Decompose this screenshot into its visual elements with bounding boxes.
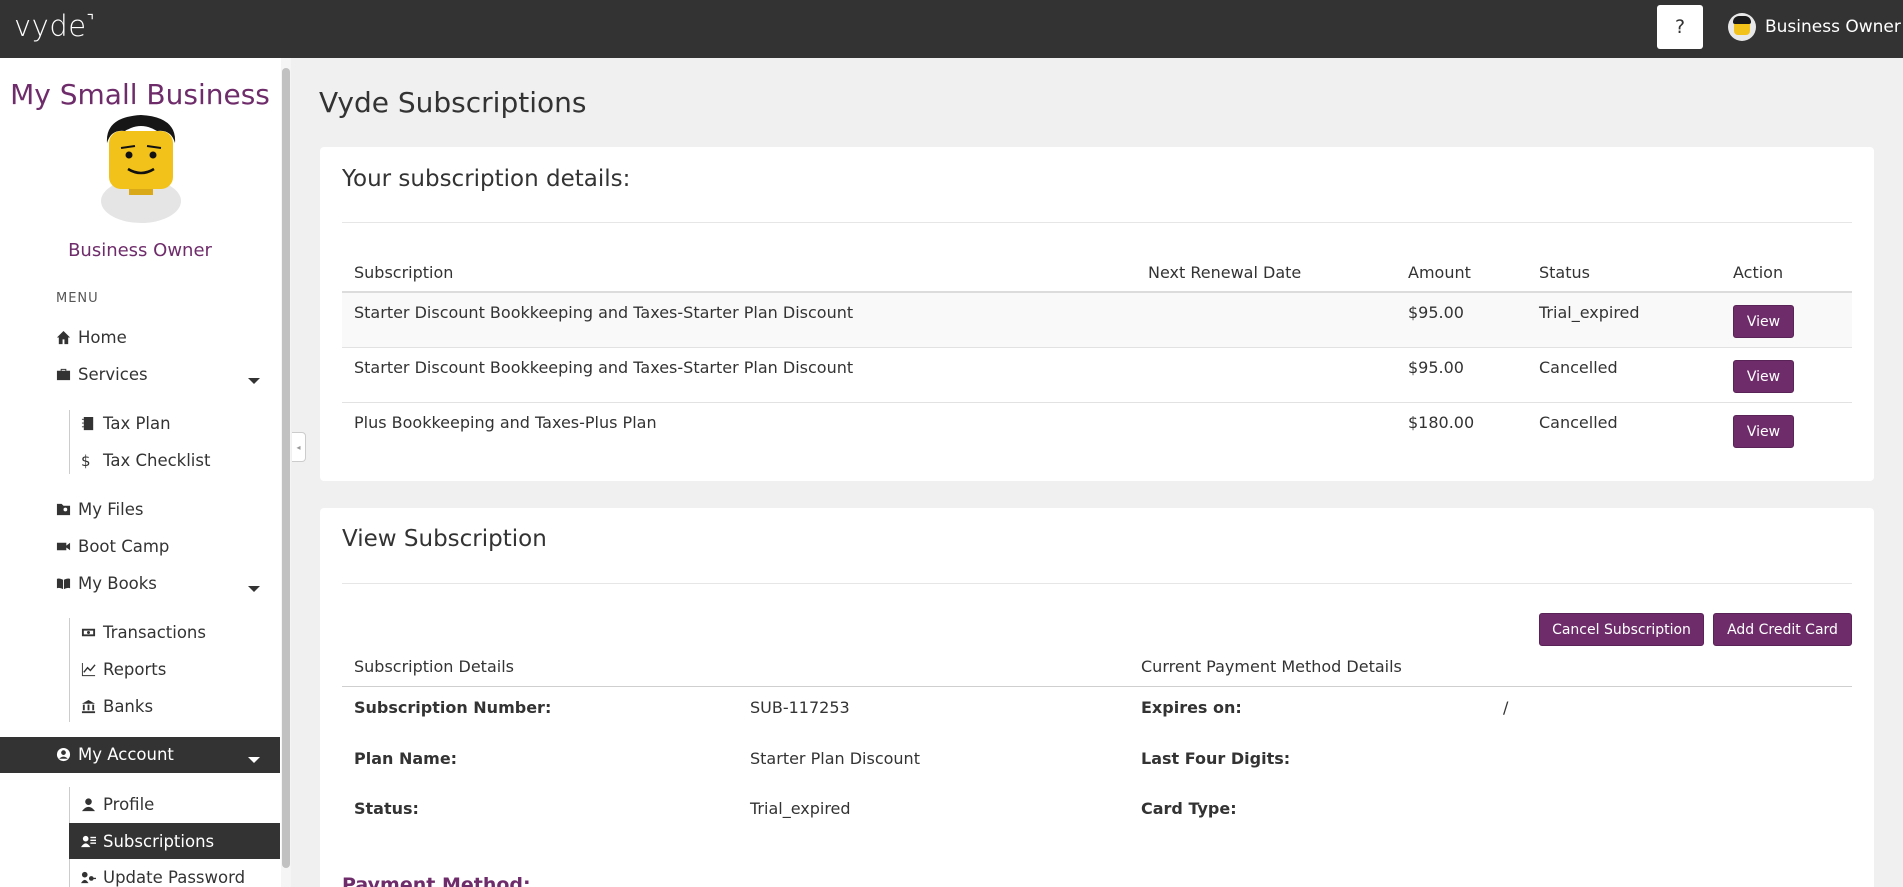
row-subscription: Starter Discount Bookkeeping and Taxes-S… — [354, 303, 854, 322]
view-subscription-title: View Subscription — [342, 526, 547, 552]
sidebar-item-my-files[interactable]: My Files — [56, 500, 143, 519]
plan-name-value: Starter Plan Discount — [750, 749, 920, 768]
column-header-next-renewal: Next Renewal Date — [1148, 263, 1302, 282]
view-button[interactable]: View — [1733, 415, 1794, 448]
subscription-number-value: SUB-117253 — [750, 698, 850, 717]
briefcase-icon — [56, 367, 74, 382]
my-books-submenu-line — [69, 618, 70, 722]
my-account-chevron-down-icon[interactable] — [248, 757, 260, 763]
bank-icon — [81, 699, 99, 714]
role-name: Business Owner — [68, 240, 212, 261]
row-status: Cancelled — [1539, 413, 1618, 432]
row-subscription: Plus Bookkeeping and Taxes-Plus Plan — [354, 413, 657, 432]
business-name: My Small Business — [10, 78, 270, 111]
row-status: Trial_expired — [1539, 303, 1640, 322]
view-subscription-card: View Subscription — [320, 508, 1874, 887]
line-chart-icon — [81, 662, 99, 677]
view-button[interactable]: View — [1733, 360, 1794, 393]
subscription-details-title: Your subscription details: — [342, 166, 631, 192]
notebook-icon — [81, 416, 99, 431]
sidebar-collapse-handle[interactable]: ◂ — [292, 432, 306, 462]
video-camera-icon — [56, 539, 74, 554]
card-divider — [342, 222, 1852, 223]
details-divider — [342, 686, 1852, 687]
sidebar-item-update-password[interactable]: Update Password — [81, 868, 245, 887]
sidebar-scrollbar-thumb[interactable] — [282, 68, 290, 868]
user-menu[interactable]: Business Owner — [1728, 13, 1901, 41]
column-header-amount: Amount — [1408, 263, 1471, 282]
sidebar-item-transactions[interactable]: Transactions — [81, 623, 206, 642]
home-icon — [56, 330, 74, 345]
user-icon — [81, 797, 99, 812]
sidebar-item-banks[interactable]: Banks — [81, 697, 153, 716]
payment-method-details-heading: Current Payment Method Details — [1141, 657, 1402, 676]
row-amount: $95.00 — [1408, 303, 1464, 322]
sidebar-item-services[interactable]: Services — [56, 365, 148, 384]
business-owner-avatar — [101, 115, 181, 223]
user-circle-icon — [56, 747, 74, 762]
vyde-logo[interactable]: vyde⌝ — [14, 9, 95, 43]
cancel-subscription-button[interactable]: Cancel Subscription — [1539, 613, 1704, 646]
sidebar-item-tax-plan[interactable]: Tax Plan — [81, 414, 171, 433]
column-header-status: Status — [1539, 263, 1590, 282]
row-amount: $180.00 — [1408, 413, 1475, 432]
column-header-subscription: Subscription — [354, 263, 454, 282]
page-title: Vyde Subscriptions — [319, 86, 587, 119]
services-chevron-down-icon[interactable] — [248, 378, 260, 384]
expires-on-value: / — [1503, 698, 1509, 717]
user-name: Business Owner — [1765, 17, 1901, 37]
subscription-details-heading: Subscription Details — [354, 657, 514, 676]
sidebar-item-tax-checklist[interactable]: $ Tax Checklist — [81, 451, 210, 470]
sidebar-item-boot-camp[interactable]: Boot Camp — [56, 537, 169, 556]
user-list-icon — [81, 834, 99, 849]
add-credit-card-button[interactable]: Add Credit Card — [1713, 613, 1852, 646]
row-amount: $95.00 — [1408, 358, 1464, 377]
services-submenu-line — [69, 410, 70, 474]
column-header-action: Action — [1733, 263, 1784, 282]
card-type-label: Card Type: — [1141, 799, 1237, 818]
card-divider — [342, 583, 1852, 584]
status-value: Trial_expired — [750, 799, 851, 818]
book-open-icon — [56, 576, 74, 591]
sidebar-item-my-books[interactable]: My Books — [56, 574, 157, 593]
last-four-digits-label: Last Four Digits: — [1141, 749, 1291, 768]
payment-method-heading: Payment Method: — [342, 874, 531, 887]
sidebar-item-home[interactable]: Home — [56, 328, 127, 347]
sidebar-item-my-account[interactable]: My Account — [56, 745, 174, 764]
sidebar-item-reports[interactable]: Reports — [81, 660, 166, 679]
user-key-icon — [81, 870, 99, 885]
dollar-icon: $ — [81, 451, 91, 470]
sidebar-item-subscriptions[interactable]: Subscriptions — [81, 832, 214, 851]
user-avatar — [1728, 13, 1756, 41]
folder-user-icon — [56, 502, 74, 517]
row-status: Cancelled — [1539, 358, 1618, 377]
status-label: Status: — [354, 799, 419, 818]
help-button[interactable]: ? — [1657, 5, 1703, 49]
money-bill-icon — [81, 625, 99, 640]
expires-on-label: Expires on: — [1141, 698, 1242, 717]
view-button[interactable]: View — [1733, 305, 1794, 338]
menu-heading: MENU — [56, 291, 99, 306]
sidebar-item-profile[interactable]: Profile — [81, 795, 154, 814]
subscription-number-label: Subscription Number: — [354, 698, 552, 717]
top-bar: vyde⌝ ? Business Owner — [0, 0, 1903, 58]
row-subscription: Starter Discount Bookkeeping and Taxes-S… — [354, 358, 854, 377]
plan-name-label: Plan Name: — [354, 749, 458, 768]
my-books-chevron-down-icon[interactable] — [248, 586, 260, 592]
